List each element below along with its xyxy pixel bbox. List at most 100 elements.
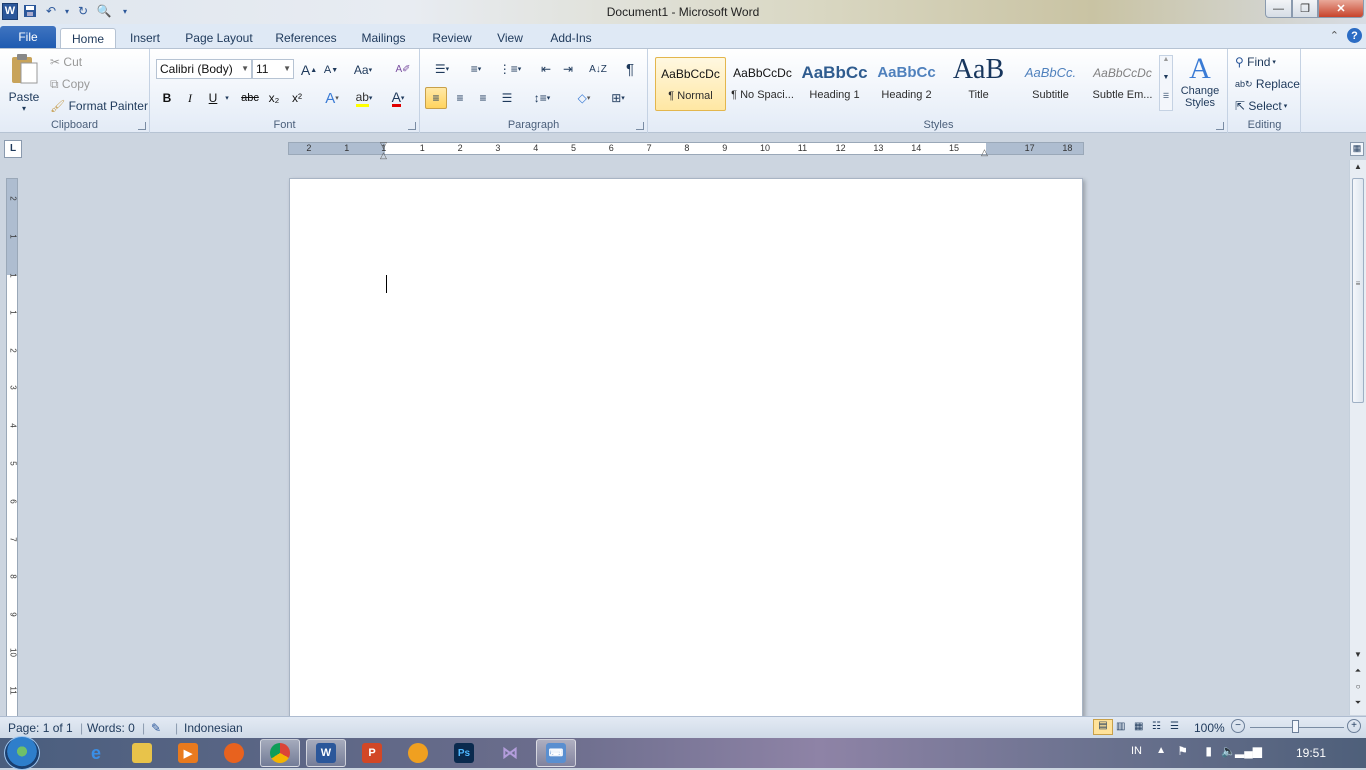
- tab-add-ins[interactable]: Add-Ins: [546, 28, 596, 48]
- tab-view[interactable]: View: [493, 28, 527, 48]
- taskbar-app-orange[interactable]: [398, 739, 438, 767]
- numbering-icon[interactable]: ≡ ▾: [462, 59, 490, 79]
- sort-icon[interactable]: A↓Z: [588, 59, 608, 79]
- vertical-ruler[interactable]: 2 1 1 1 2 3 4 5 6 7 8 9 10 11: [6, 178, 18, 718]
- multilevel-list-icon[interactable]: ⋮≡ ▾: [496, 59, 524, 79]
- bullets-icon[interactable]: ☰ ▾: [428, 59, 456, 79]
- font-name-dropdown-icon[interactable]: ▼: [241, 60, 249, 78]
- show-hide-marks-icon[interactable]: ¶: [620, 59, 640, 79]
- style-title[interactable]: AaB Title: [943, 57, 1014, 111]
- battery-icon[interactable]: ▮: [1205, 744, 1212, 758]
- highlight-color-icon[interactable]: ab ▾: [350, 89, 378, 107]
- minimize-ribbon-icon[interactable]: ⌃: [1330, 29, 1339, 42]
- tab-review[interactable]: Review: [428, 28, 476, 48]
- start-button[interactable]: [4, 736, 40, 770]
- superscript-button[interactable]: x²: [287, 89, 307, 107]
- cut-button[interactable]: ✂ Cut: [50, 53, 82, 71]
- styles-scroll-up-icon[interactable]: ▲: [1160, 56, 1172, 74]
- scroll-up-icon[interactable]: ▲: [1350, 162, 1366, 176]
- italic-button[interactable]: I: [181, 89, 199, 107]
- styles-scroll-down-icon[interactable]: ▼: [1160, 74, 1172, 92]
- previous-page-icon[interactable]: ⏶: [1350, 666, 1366, 680]
- minimize-button[interactable]: —: [1265, 0, 1292, 18]
- tab-insert[interactable]: Insert: [125, 28, 165, 48]
- replace-button[interactable]: ab↻ Replace: [1235, 75, 1300, 93]
- style-heading-1[interactable]: AaBbCc Heading 1: [799, 57, 870, 111]
- increase-indent-icon[interactable]: ⇥: [558, 59, 578, 79]
- proofing-icon[interactable]: ✎: [151, 721, 161, 735]
- grow-font-button[interactable]: A ▲: [300, 61, 318, 79]
- subscript-button[interactable]: x₂: [264, 89, 284, 107]
- copy-button[interactable]: ⧉ Copy: [50, 75, 90, 93]
- select-button[interactable]: ⇱ Select ▾: [1235, 97, 1287, 115]
- font-size-combo[interactable]: 11 ▼: [252, 59, 294, 79]
- change-styles-button[interactable]: A Change Styles: [1177, 53, 1223, 115]
- shading-icon[interactable]: ◇ ▾: [570, 87, 598, 109]
- paragraph-launcher-icon[interactable]: [636, 122, 644, 130]
- align-right-icon[interactable]: ≡: [472, 87, 494, 109]
- web-layout-icon[interactable]: ▦: [1134, 721, 1143, 732]
- tab-file[interactable]: File: [0, 26, 56, 48]
- find-button[interactable]: ⚲ Find ▾: [1235, 53, 1276, 71]
- clear-formatting-icon[interactable]: A✐: [392, 59, 414, 79]
- scroll-down-icon[interactable]: ▼: [1350, 650, 1366, 664]
- taskbar-visual-studio[interactable]: ⋈: [490, 739, 530, 767]
- clock-time[interactable]: 19:51: [1296, 746, 1326, 760]
- input-language[interactable]: IN: [1131, 745, 1142, 757]
- font-color-icon[interactable]: A ▾: [384, 89, 412, 107]
- shrink-font-button[interactable]: A ▼: [322, 61, 340, 79]
- line-spacing-icon[interactable]: ↕≡ ▾: [528, 87, 556, 109]
- tab-home[interactable]: Home: [60, 28, 116, 48]
- change-case-button[interactable]: Aa ▾: [350, 61, 376, 79]
- style-subtitle[interactable]: AaBbCc. Subtitle: [1015, 57, 1086, 111]
- style-subtle-emphasis[interactable]: AaBbCcDc Subtle Em...: [1087, 57, 1158, 111]
- word-count[interactable]: Words: 0: [87, 721, 135, 735]
- justify-icon[interactable]: ☰: [496, 87, 518, 109]
- font-size-dropdown-icon[interactable]: ▼: [283, 60, 291, 78]
- document-page[interactable]: [289, 178, 1083, 718]
- tab-page-layout[interactable]: Page Layout: [183, 28, 255, 48]
- volume-icon[interactable]: 🔈: [1221, 744, 1236, 758]
- taskbar-powerpoint[interactable]: P: [352, 739, 392, 767]
- underline-dropdown-icon[interactable]: ▾: [223, 89, 231, 107]
- draft-view-icon[interactable]: ☰: [1170, 721, 1179, 732]
- close-button[interactable]: ✕: [1318, 0, 1364, 18]
- clipboard-launcher-icon[interactable]: [138, 122, 146, 130]
- right-indent-icon[interactable]: △: [981, 147, 988, 158]
- language-indicator[interactable]: Indonesian: [184, 721, 243, 735]
- action-center-flag-icon[interactable]: ⚑: [1177, 744, 1188, 758]
- tab-references[interactable]: References: [272, 28, 340, 48]
- strikethrough-button[interactable]: abc: [238, 89, 262, 107]
- scroll-thumb[interactable]: ≡: [1352, 178, 1364, 403]
- zoom-out-icon[interactable]: −: [1231, 719, 1245, 733]
- vertical-scrollbar[interactable]: ▲ ≡ ▼ ⏶ ○ ⏷: [1349, 160, 1366, 715]
- show-hidden-icons[interactable]: ▲: [1156, 745, 1166, 756]
- full-screen-reading-icon[interactable]: ▥: [1116, 721, 1125, 732]
- tab-mailings[interactable]: Mailings: [356, 28, 411, 48]
- outline-view-icon[interactable]: ☷: [1152, 721, 1161, 732]
- taskbar-ie[interactable]: e: [76, 739, 116, 767]
- taskbar-firefox[interactable]: [214, 739, 254, 767]
- style-normal[interactable]: AaBbCcDc ¶ Normal: [655, 57, 726, 111]
- font-launcher-icon[interactable]: [408, 122, 416, 130]
- styles-more-icon[interactable]: ☰: [1160, 92, 1172, 110]
- select-browse-object-icon[interactable]: ○: [1350, 682, 1366, 696]
- taskbar-chrome[interactable]: [260, 739, 300, 767]
- align-center-icon[interactable]: ≡: [449, 87, 471, 109]
- font-name-combo[interactable]: Calibri (Body) ▼: [156, 59, 252, 79]
- underline-button[interactable]: U: [204, 89, 222, 107]
- print-layout-view-icon[interactable]: ▤: [1093, 719, 1113, 735]
- decrease-indent-icon[interactable]: ⇤: [536, 59, 556, 79]
- hanging-indent-icon[interactable]: △: [380, 150, 387, 161]
- taskbar-explorer[interactable]: [122, 739, 162, 767]
- styles-launcher-icon[interactable]: [1216, 122, 1224, 130]
- network-signal-icon[interactable]: ▂▄▆: [1235, 744, 1262, 758]
- help-icon[interactable]: ?: [1347, 28, 1362, 43]
- style-heading-2[interactable]: AaBbCc Heading 2: [871, 57, 942, 111]
- align-left-icon[interactable]: ≡: [425, 87, 447, 109]
- taskbar-media-player[interactable]: ▶: [168, 739, 208, 767]
- next-page-icon[interactable]: ⏷: [1350, 698, 1366, 712]
- page-count[interactable]: Page: 1 of 1: [8, 721, 73, 735]
- view-ruler-icon[interactable]: ▦: [1350, 142, 1364, 156]
- taskbar-keyboard[interactable]: ⌨: [536, 739, 576, 767]
